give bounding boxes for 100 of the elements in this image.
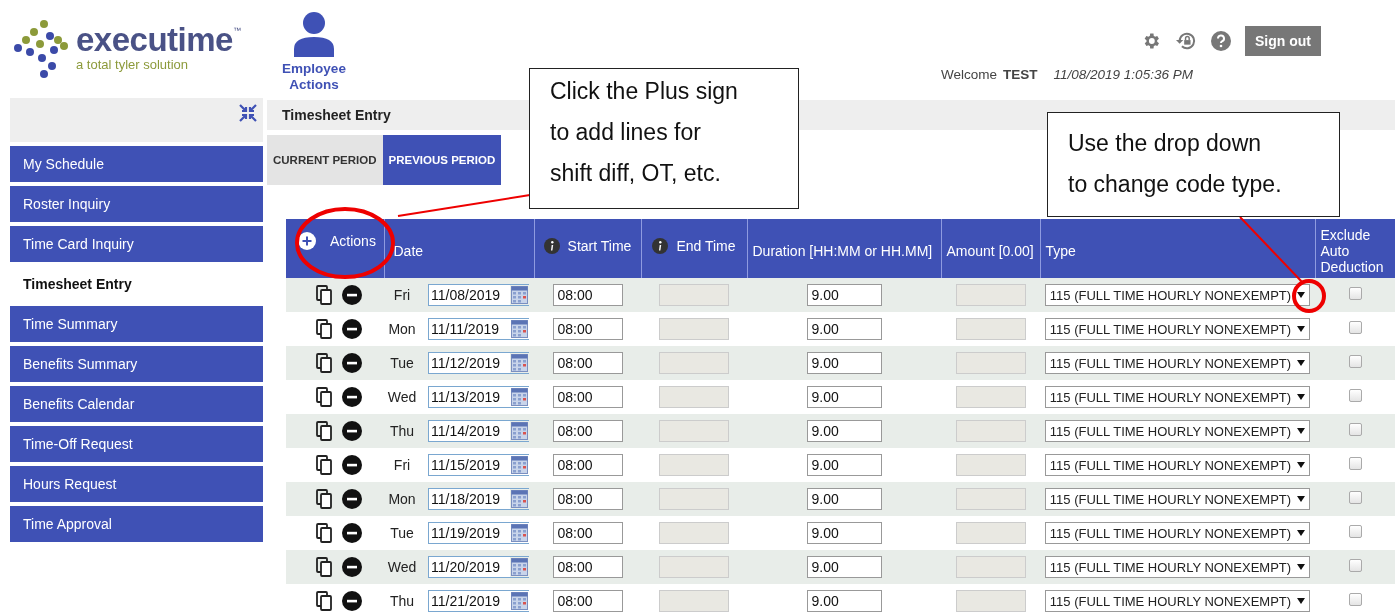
type-dropdown[interactable]: 115 (FULL TIME HOURLY NONEXEMPT) — [1044, 522, 1311, 544]
start-time-field[interactable]: 08:00 — [552, 590, 623, 612]
calendar-icon[interactable] — [510, 420, 529, 442]
exclude-checkbox[interactable] — [1348, 491, 1362, 504]
exclude-checkbox[interactable] — [1348, 525, 1362, 538]
duration-field[interactable]: 9.00 — [806, 420, 882, 442]
remove-icon[interactable] — [342, 285, 362, 305]
calendar-icon[interactable] — [510, 318, 529, 340]
copy-icon[interactable] — [316, 591, 332, 611]
sidebar-item[interactable]: Roster Inquiry — [10, 186, 263, 222]
info-icon[interactable] — [543, 237, 560, 254]
type-dropdown[interactable]: 115 (FULL TIME HOURLY NONEXEMPT) — [1044, 318, 1311, 340]
start-time-field[interactable]: 08:00 — [552, 454, 623, 476]
start-time-field[interactable]: 08:00 — [552, 352, 623, 374]
remove-icon[interactable] — [342, 387, 362, 407]
remove-icon[interactable] — [342, 489, 362, 509]
date-field[interactable]: 11/20/2019 — [428, 556, 510, 578]
sidebar-item[interactable]: Time-Off Request — [10, 426, 263, 462]
sidebar-item[interactable]: Benefits Calendar — [10, 386, 263, 422]
remove-icon[interactable] — [342, 421, 362, 441]
remove-icon[interactable] — [342, 455, 362, 475]
calendar-icon[interactable] — [510, 522, 529, 544]
copy-icon[interactable] — [316, 285, 332, 305]
remove-icon[interactable] — [342, 319, 362, 339]
duration-field[interactable]: 9.00 — [806, 318, 882, 340]
copy-icon[interactable] — [316, 557, 332, 577]
calendar-icon[interactable] — [510, 386, 529, 408]
date-field[interactable]: 11/13/2019 — [428, 386, 510, 408]
sidebar-item[interactable]: Hours Request — [10, 466, 263, 502]
duration-field[interactable]: 9.00 — [806, 284, 882, 306]
date-field[interactable]: 11/18/2019 — [428, 488, 510, 510]
exclude-checkbox[interactable] — [1348, 593, 1362, 606]
type-dropdown[interactable]: 115 (FULL TIME HOURLY NONEXEMPT) — [1044, 284, 1311, 306]
start-time-field[interactable]: 08:00 — [552, 556, 623, 578]
exclude-checkbox[interactable] — [1348, 423, 1362, 436]
calendar-icon[interactable] — [510, 284, 529, 306]
type-dropdown[interactable]: 115 (FULL TIME HOURLY NONEXEMPT) — [1044, 590, 1311, 612]
duration-field[interactable]: 9.00 — [806, 590, 882, 612]
history-lock-icon[interactable] — [1175, 31, 1197, 51]
calendar-icon[interactable] — [510, 454, 529, 476]
calendar-icon[interactable] — [510, 352, 529, 374]
copy-icon[interactable] — [316, 455, 332, 475]
exclude-checkbox[interactable] — [1348, 457, 1362, 470]
start-time-field[interactable]: 08:00 — [552, 318, 623, 340]
remove-icon[interactable] — [342, 523, 362, 543]
add-icon[interactable] — [298, 231, 316, 250]
period-tab[interactable]: PREVIOUS PERIOD — [382, 135, 502, 185]
calendar-icon[interactable] — [510, 590, 529, 612]
duration-field[interactable]: 9.00 — [806, 488, 882, 510]
start-time-field[interactable]: 08:00 — [552, 284, 623, 306]
date-field[interactable]: 11/08/2019 — [428, 284, 510, 306]
exclude-checkbox[interactable] — [1348, 389, 1362, 402]
exclude-checkbox[interactable] — [1348, 321, 1362, 334]
remove-icon[interactable] — [342, 591, 362, 611]
copy-icon[interactable] — [316, 489, 332, 509]
info-icon[interactable] — [652, 237, 669, 254]
date-field[interactable]: 11/14/2019 — [428, 420, 510, 442]
copy-icon[interactable] — [316, 523, 332, 543]
sidebar-item[interactable]: Benefits Summary — [10, 346, 263, 382]
sidebar-item[interactable]: My Schedule — [10, 146, 263, 182]
help-icon[interactable] — [1211, 31, 1231, 51]
duration-field[interactable]: 9.00 — [806, 352, 882, 374]
copy-icon[interactable] — [316, 319, 332, 339]
exclude-checkbox[interactable] — [1348, 559, 1362, 572]
remove-icon[interactable] — [342, 557, 362, 577]
type-dropdown[interactable]: 115 (FULL TIME HOURLY NONEXEMPT) — [1044, 488, 1311, 510]
sidebar-item[interactable]: Time Approval — [10, 506, 263, 542]
duration-field[interactable]: 9.00 — [806, 386, 882, 408]
start-time-field[interactable]: 08:00 — [552, 488, 623, 510]
date-field[interactable]: 11/21/2019 — [428, 590, 510, 612]
collapse-icon[interactable] — [239, 104, 257, 122]
date-field[interactable]: 11/12/2019 — [428, 352, 510, 374]
remove-icon[interactable] — [342, 353, 362, 373]
start-time-field[interactable]: 08:00 — [552, 522, 623, 544]
duration-field[interactable]: 9.00 — [806, 454, 882, 476]
sidebar-item[interactable]: Time Card Inquiry — [10, 226, 263, 262]
duration-field[interactable]: 9.00 — [806, 556, 882, 578]
sidebar-item[interactable]: Time Summary — [10, 306, 263, 342]
type-dropdown[interactable]: 115 (FULL TIME HOURLY NONEXEMPT) — [1044, 352, 1311, 374]
type-dropdown[interactable]: 115 (FULL TIME HOURLY NONEXEMPT) — [1044, 386, 1311, 408]
employee-actions-link[interactable]: Employee Actions — [278, 61, 350, 93]
exclude-checkbox[interactable] — [1348, 287, 1362, 300]
copy-icon[interactable] — [316, 387, 332, 407]
start-time-field[interactable]: 08:00 — [552, 420, 623, 442]
copy-icon[interactable] — [316, 421, 332, 441]
type-dropdown[interactable]: 115 (FULL TIME HOURLY NONEXEMPT) — [1044, 420, 1311, 442]
start-time-field[interactable]: 08:00 — [552, 386, 623, 408]
date-field[interactable]: 11/11/2019 — [428, 318, 510, 340]
date-field[interactable]: 11/19/2019 — [428, 522, 510, 544]
person-icon[interactable] — [291, 11, 337, 57]
sign-out-button[interactable]: Sign out — [1245, 26, 1321, 56]
calendar-icon[interactable] — [510, 488, 529, 510]
period-tab[interactable]: CURRENT PERIOD — [267, 135, 383, 185]
type-dropdown[interactable]: 115 (FULL TIME HOURLY NONEXEMPT) — [1044, 556, 1311, 578]
duration-field[interactable]: 9.00 — [806, 522, 882, 544]
calendar-icon[interactable] — [510, 556, 529, 578]
copy-icon[interactable] — [316, 353, 332, 373]
date-field[interactable]: 11/15/2019 — [428, 454, 510, 476]
exclude-checkbox[interactable] — [1348, 355, 1362, 368]
type-dropdown[interactable]: 115 (FULL TIME HOURLY NONEXEMPT) — [1044, 454, 1311, 476]
